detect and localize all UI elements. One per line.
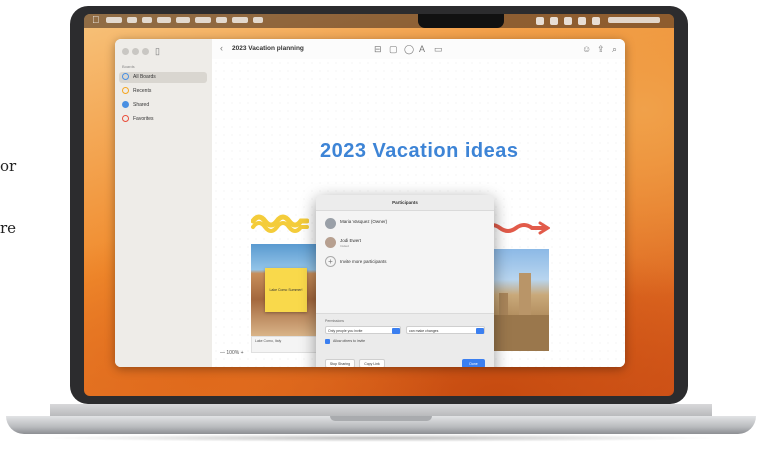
battery-icon[interactable] [550, 17, 558, 25]
permissions-panel: Permissions Only people you invite can m… [316, 313, 494, 367]
dialog-title: Participants [316, 195, 494, 211]
role-select-value: can make changes [409, 329, 439, 333]
participants-dialog: Participants Maria Vasquez (Owner) Jodi … [316, 195, 494, 367]
add-participant-label: Invite more participants [340, 259, 387, 264]
sidebar-item-favorites[interactable]: Favorites [119, 114, 207, 125]
permissions-label: Permissions [325, 319, 345, 323]
menu-window[interactable] [232, 17, 248, 23]
board-icon [122, 73, 129, 80]
share-icon[interactable]: ⇪ [597, 44, 605, 55]
castle-tower [519, 273, 531, 317]
people-icon [122, 101, 129, 108]
menu-edit[interactable] [142, 17, 152, 23]
control-center-icon[interactable] [592, 17, 600, 25]
allow-invite-checkbox[interactable] [325, 339, 330, 344]
avatar [325, 237, 336, 248]
add-participant-row[interactable]: + Invite more participants [325, 256, 485, 270]
freeform-window: ▯ Boards All Boards Recents Shared Favor… [115, 39, 625, 367]
clock-icon [122, 87, 129, 94]
search-icon[interactable] [578, 17, 586, 25]
photo-caption[interactable]: Lake Como, Italy [251, 336, 323, 353]
insert-media-icon[interactable]: ▭ [434, 44, 443, 55]
insert-sticky-icon[interactable]: ▢ [389, 44, 398, 55]
menu-app[interactable] [106, 17, 122, 23]
castle-photo[interactable] [485, 249, 549, 351]
plus-icon: + [325, 256, 336, 267]
insert-shape-icon[interactable]: ◯ [404, 44, 414, 55]
menu-help[interactable] [253, 17, 263, 23]
laptop-opening-notch [330, 416, 432, 421]
toolbar: ‹ 2023 Vacation planning ⊟ ▢ ◯ A ▭ ☺ ⇪ ⌕ [212, 39, 625, 60]
sidebar: ▯ Boards All Boards Recents Shared Favor… [115, 39, 213, 367]
menu-bar:  [84, 14, 674, 28]
role-select[interactable]: can make changes [406, 326, 485, 334]
avatar [325, 218, 336, 229]
sidebar-item-label: Favorites [133, 116, 154, 122]
wifi-icon[interactable] [564, 17, 572, 25]
back-button[interactable]: ‹ [220, 43, 223, 53]
participant-row[interactable]: Maria Vasquez (Owner) [325, 218, 485, 232]
menu-format[interactable] [176, 17, 190, 23]
laptop-screen:  ▯ Boards All Boards [84, 14, 674, 396]
camera-notch [418, 14, 504, 28]
zoom-control[interactable]: — 100% + [220, 350, 244, 356]
chevron-down-icon [391, 327, 400, 334]
sidebar-item-recents[interactable]: Recents [119, 86, 207, 97]
board-heading[interactable]: 2023 Vacation ideas [320, 140, 519, 163]
insert-text-box-icon[interactable]: A [419, 44, 425, 54]
sidebar-item-label: Recents [133, 88, 152, 94]
yellow-wave-doodle[interactable] [251, 209, 309, 233]
sticky-note[interactable]: Lake Como Summer! [265, 268, 307, 312]
apple-menu-icon[interactable]:  [92, 15, 100, 26]
done-button[interactable]: Done [462, 359, 485, 367]
insert-text-icon[interactable]: ⊟ [374, 44, 382, 55]
stop-sharing-button[interactable]: Stop Sharing [325, 359, 355, 367]
chevron-down-icon [475, 327, 484, 334]
copy-link-button[interactable]: Copy Link [359, 359, 385, 367]
castle-wall [485, 315, 549, 351]
board-title-label[interactable]: 2023 Vacation planning [232, 45, 304, 52]
sidebar-toggle-icon[interactable]: ▯ [155, 46, 160, 57]
sidebar-section-label: Boards [122, 64, 135, 69]
side-text-line2: re [0, 219, 17, 237]
side-text-line1: or [0, 157, 17, 175]
menu-view[interactable] [216, 17, 227, 23]
allow-invite-label: Allow others to invite [333, 339, 366, 343]
search-icon[interactable]: ⌕ [612, 44, 617, 55]
sidebar-item-label: All Boards [133, 74, 156, 80]
participant-row[interactable]: Jodi Ewert Invited [325, 237, 485, 251]
participant-name: Jodi Ewert [340, 238, 362, 243]
participant-status: Invited [340, 244, 349, 248]
laptop-chin [50, 404, 712, 416]
access-select[interactable]: Only people you invite [325, 326, 401, 334]
heart-icon [122, 115, 129, 122]
zoom-window-button[interactable] [142, 48, 149, 55]
laptop-shadow [36, 434, 726, 442]
minimize-window-button[interactable] [132, 48, 139, 55]
participant-name: Maria Vasquez (Owner) [340, 219, 388, 224]
sidebar-item-all-boards[interactable]: All Boards [119, 72, 207, 83]
collaborate-icon[interactable]: ☺ [582, 44, 591, 54]
sidebar-item-label: Shared [133, 102, 150, 108]
menu-clock [608, 17, 660, 23]
status-icon[interactable] [536, 17, 544, 25]
sidebar-item-shared[interactable]: Shared [119, 100, 207, 111]
menu-arrange[interactable] [195, 17, 211, 23]
menu-insert[interactable] [157, 17, 171, 23]
close-window-button[interactable] [122, 48, 129, 55]
access-select-value: Only people you invite [328, 329, 363, 333]
menu-file[interactable] [127, 17, 137, 23]
